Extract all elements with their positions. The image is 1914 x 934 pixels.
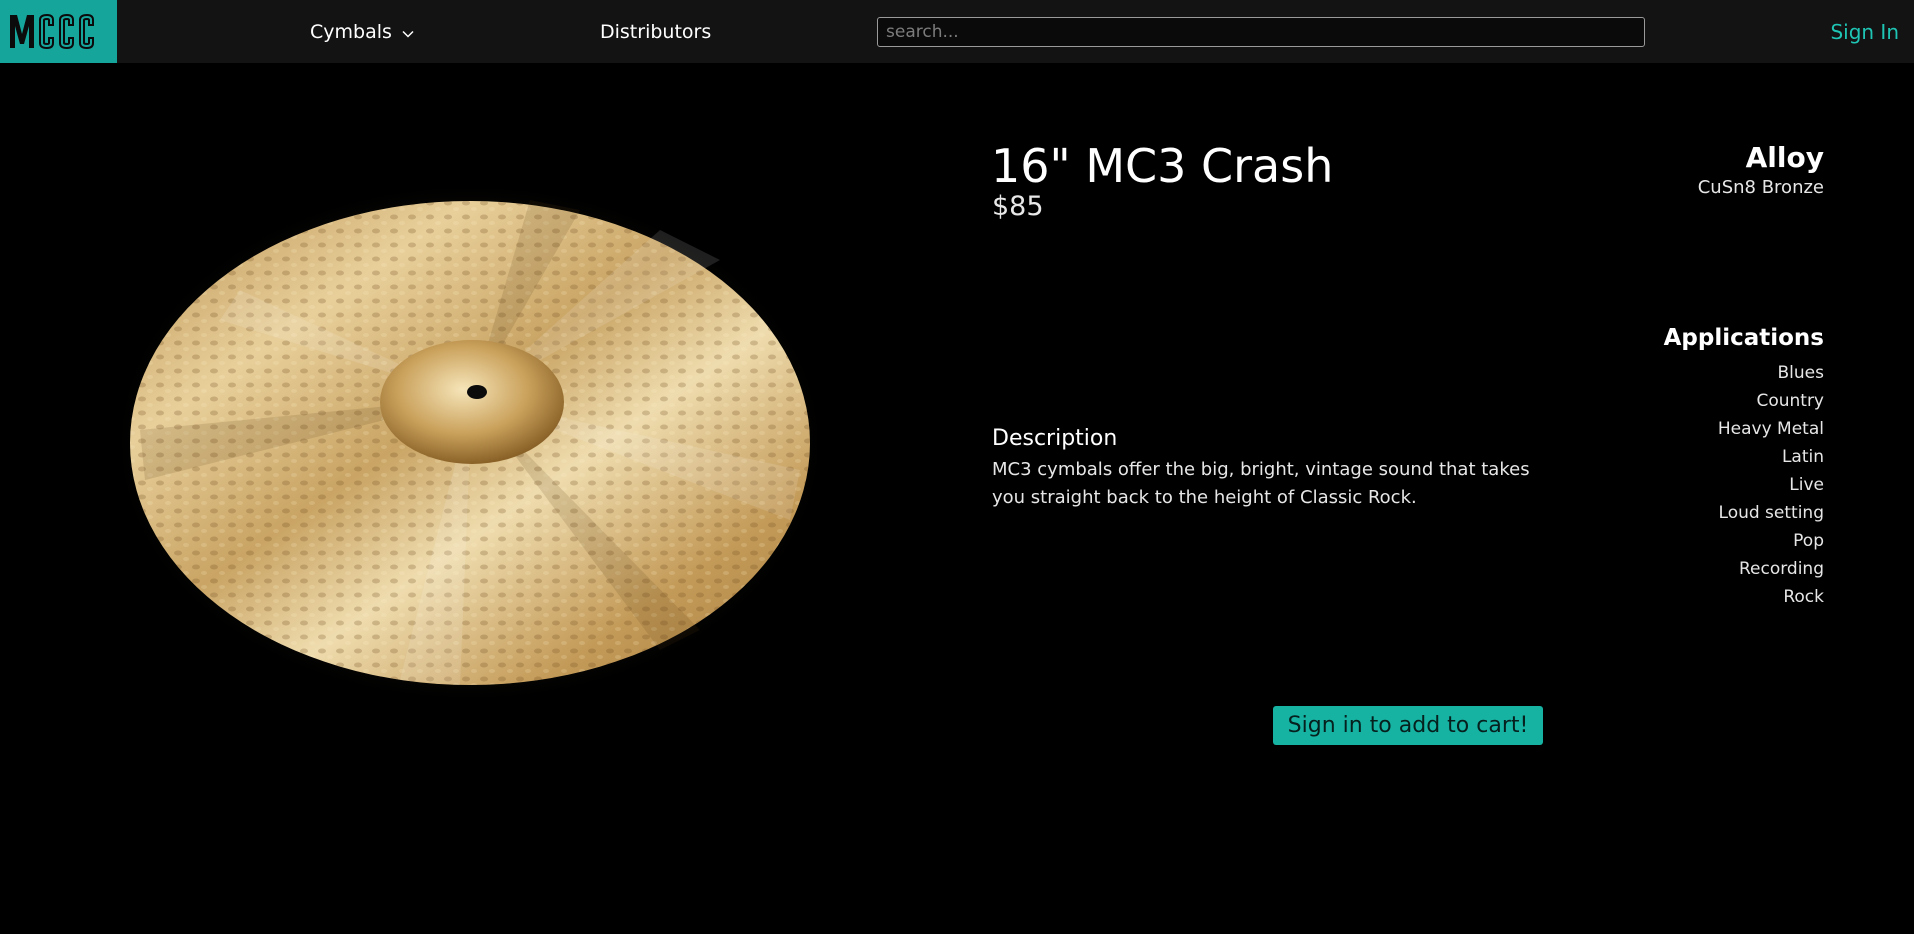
specs-panel: Alloy CuSn8 Bronze Applications Blues Co… (1524, 140, 1824, 607)
product-price: $85 (992, 191, 1044, 222)
alloy-value: CuSn8 Bronze (1697, 177, 1824, 198)
application-item: Heavy Metal (1717, 419, 1824, 439)
description-text: MC3 cymbals offer the big, bright, vinta… (992, 459, 1530, 508)
brand-logo[interactable] (0, 0, 117, 63)
top-navbar: Cymbals Distributors Sign In (0, 0, 1914, 63)
applications-list: Blues Country Heavy Metal Latin Live Lou… (1718, 359, 1824, 611)
application-item: Blues (1777, 363, 1824, 383)
product-title: 16" MC3 Crash (991, 139, 1334, 193)
cymbals-label: Cymbals (310, 21, 392, 43)
distributors-link[interactable]: Distributors (600, 18, 711, 46)
application-item: Loud setting (1718, 503, 1824, 523)
application-item: Latin (1781, 447, 1824, 467)
application-item: Pop (1793, 531, 1824, 551)
description-heading: Description (992, 426, 1118, 451)
add-to-cart-button[interactable]: Sign in to add to cart! (1273, 706, 1543, 745)
cymbal-image (100, 170, 840, 730)
application-item: Live (1789, 475, 1824, 495)
sign-in-link[interactable]: Sign In (1830, 18, 1899, 46)
logo-mark (10, 13, 94, 50)
search-input[interactable] (877, 17, 1645, 47)
application-item: Country (1756, 391, 1824, 411)
chevron-down-icon (402, 21, 414, 43)
alloy-heading: Alloy (1745, 141, 1824, 174)
application-item: Rock (1783, 587, 1824, 607)
application-item: Recording (1738, 559, 1824, 579)
cymbals-dropdown[interactable]: Cymbals (310, 18, 414, 46)
applications-heading: Applications (1663, 325, 1824, 351)
